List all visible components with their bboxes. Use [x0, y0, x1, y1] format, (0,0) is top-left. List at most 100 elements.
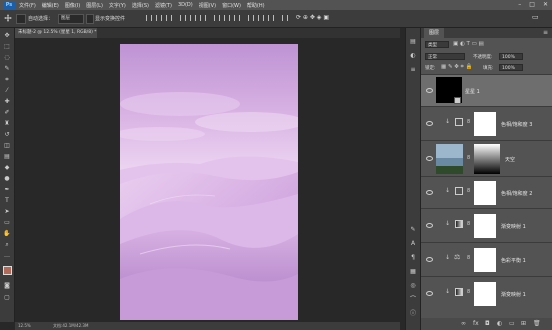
layer-row[interactable]: ↓ 8 色相/饱和度 3 — [421, 106, 552, 140]
history-panel-icon[interactable]: ▤ — [409, 38, 417, 46]
distribute-right-icon[interactable] — [268, 15, 274, 21]
brush-panel-icon[interactable]: ✎ — [409, 226, 417, 234]
filter-kind-dropdown[interactable]: 类型 — [425, 41, 449, 48]
panel-menu-icon[interactable]: ≡ — [543, 29, 548, 36]
zoom-tool-icon[interactable]: ⌕ — [3, 241, 11, 249]
move-tool-icon[interactable] — [4, 14, 12, 22]
lock-icons[interactable]: ▦ ✎ ✥ ⌗ 🔒 — [441, 64, 472, 71]
layer-mask-thumbnail[interactable] — [474, 144, 500, 174]
layer-row[interactable]: ↓ ⚖ 8 色彩平衡 1 — [421, 242, 552, 276]
paragraph-panel-icon[interactable]: ¶ — [409, 254, 417, 262]
filter-icons[interactable]: ▣ ◐ T ▭ ▤ — [453, 41, 484, 47]
align-right-icon[interactable] — [166, 15, 172, 21]
3d-mode-icon[interactable]: ⟳ ⊕ ✥ ◈ ▣ — [296, 14, 329, 21]
lasso-tool-icon[interactable]: ◌ — [3, 54, 11, 62]
menu-image[interactable]: 图像(I) — [65, 2, 80, 9]
align-middle-icon[interactable] — [190, 15, 196, 21]
maximize-icon[interactable]: □ — [529, 1, 535, 8]
align-center-icon[interactable] — [156, 15, 162, 21]
crop-tool-icon[interactable]: ⌗ — [3, 76, 11, 84]
visibility-icon[interactable] — [426, 156, 433, 161]
visibility-icon[interactable] — [426, 121, 433, 126]
auto-align-icon[interactable] — [282, 15, 288, 21]
foreground-color-swatch[interactable] — [3, 266, 12, 275]
visibility-icon[interactable] — [426, 291, 433, 296]
distribute-middle-icon[interactable] — [224, 15, 230, 21]
layer-row[interactable]: ↓ 8 渐变映射 1 — [421, 208, 552, 242]
character-panel-icon[interactable]: A — [409, 240, 417, 248]
align-top-icon[interactable] — [180, 15, 186, 21]
eraser-tool-icon[interactable]: ◫ — [3, 142, 11, 150]
stamp-tool-icon[interactable]: ♜ — [3, 120, 11, 128]
adjustments-panel-icon[interactable]: ◐ — [409, 52, 417, 60]
document-tab[interactable]: 未标题-2 @ 12.5% (星星 1, RGB/8) * — [15, 28, 97, 38]
visibility-icon[interactable] — [426, 223, 433, 228]
layer-row[interactable]: ↓ 8 色相/饱和度 2 — [421, 176, 552, 208]
visibility-icon[interactable] — [426, 257, 433, 262]
layer-mask-thumbnail[interactable] — [474, 181, 496, 205]
layer-name[interactable]: 天空 — [505, 156, 515, 163]
hand-tool-icon[interactable]: ✋ — [3, 230, 11, 238]
layer-mask-thumbnail[interactable] — [474, 214, 496, 238]
close-icon[interactable]: ✕ — [543, 1, 548, 8]
new-group-icon[interactable]: ▭ — [509, 321, 515, 327]
new-adjustment-icon[interactable]: ◐ — [497, 321, 503, 327]
gradient-tool-icon[interactable]: ▤ — [3, 153, 11, 161]
new-layer-icon[interactable]: ⊞ — [521, 321, 527, 327]
history-brush-tool-icon[interactable]: ↺ — [3, 131, 11, 139]
screen-mode-icon[interactable]: ▢ — [3, 294, 11, 302]
healing-tool-icon[interactable]: ✚ — [3, 98, 11, 106]
channels-panel-icon[interactable]: ◎ — [409, 282, 417, 290]
marquee-tool-icon[interactable]: ⬚ — [3, 43, 11, 51]
layer-row[interactable]: 星星 1 — [421, 74, 552, 106]
opacity-input[interactable]: 100% — [499, 53, 523, 60]
more-tools-icon[interactable]: … — [3, 252, 11, 260]
workspace-icon[interactable]: ▭ — [532, 13, 539, 21]
layer-name[interactable]: 色相/饱和度 3 — [501, 121, 532, 128]
layer-name[interactable]: 色彩平衡 1 — [501, 257, 526, 264]
zoom-level[interactable]: 12.5% — [18, 322, 31, 330]
delete-layer-icon[interactable]: 🗑 — [533, 321, 541, 327]
distribute-top-icon[interactable] — [214, 15, 220, 21]
menu-view[interactable]: 视图(V) — [199, 2, 216, 9]
layer-mask-thumbnail[interactable] — [474, 282, 496, 306]
paths-panel-icon[interactable]: ⌒ — [409, 296, 417, 304]
visibility-icon[interactable] — [426, 190, 433, 195]
menu-layer[interactable]: 图层(L) — [86, 2, 103, 9]
layer-mask-thumbnail[interactable] — [474, 248, 496, 272]
type-tool-icon[interactable]: T — [3, 197, 11, 205]
align-bottom-icon[interactable] — [200, 15, 206, 21]
menu-file[interactable]: 文件(F) — [19, 2, 36, 9]
pen-tool-icon[interactable]: ✒ — [3, 186, 11, 194]
fill-input[interactable]: 100% — [499, 64, 523, 71]
add-mask-icon[interactable]: ◘ — [485, 321, 491, 327]
menu-filter[interactable]: 滤镜(T) — [155, 2, 172, 9]
brush-tool-icon[interactable]: ✐ — [3, 109, 11, 117]
shape-tool-icon[interactable]: ▭ — [3, 219, 11, 227]
desert-artwork[interactable] — [120, 44, 298, 320]
menu-help[interactable]: 帮助(H) — [247, 2, 265, 9]
move-tool-icon[interactable]: ✥ — [3, 32, 11, 40]
layer-row[interactable]: ↓ 8 渐变映射 1 — [421, 276, 552, 310]
quick-mask-icon[interactable]: ◙ — [3, 282, 11, 290]
blend-mode-dropdown[interactable]: 正常 — [425, 53, 465, 60]
layer-row[interactable]: 8 天空 — [421, 140, 552, 176]
properties-panel-icon[interactable]: ≡ — [409, 66, 417, 74]
layer-mask-thumbnail[interactable] — [474, 112, 496, 136]
path-select-tool-icon[interactable]: ➤ — [3, 208, 11, 216]
transform-checkbox[interactable] — [86, 14, 94, 24]
distribute-bottom-icon[interactable] — [234, 15, 240, 21]
layer-name[interactable]: 色相/饱和度 2 — [501, 190, 532, 197]
visibility-icon[interactable] — [426, 88, 433, 93]
tab-layers[interactable]: 图层 — [424, 28, 444, 38]
blur-tool-icon[interactable]: ◆ — [3, 164, 11, 172]
link-layers-icon[interactable]: ∞ — [461, 321, 467, 327]
layer-name[interactable]: 渐变映射 1 — [501, 223, 526, 230]
quick-select-tool-icon[interactable]: ✎ — [3, 65, 11, 73]
minimize-icon[interactable]: – — [518, 1, 521, 8]
align-left-icon[interactable] — [146, 15, 152, 21]
layer-name[interactable]: 星星 1 — [465, 88, 480, 95]
menu-edit[interactable]: 编辑(E) — [42, 2, 59, 9]
distribute-left-icon[interactable] — [248, 15, 254, 21]
menu-type[interactable]: 文字(Y) — [109, 2, 126, 9]
